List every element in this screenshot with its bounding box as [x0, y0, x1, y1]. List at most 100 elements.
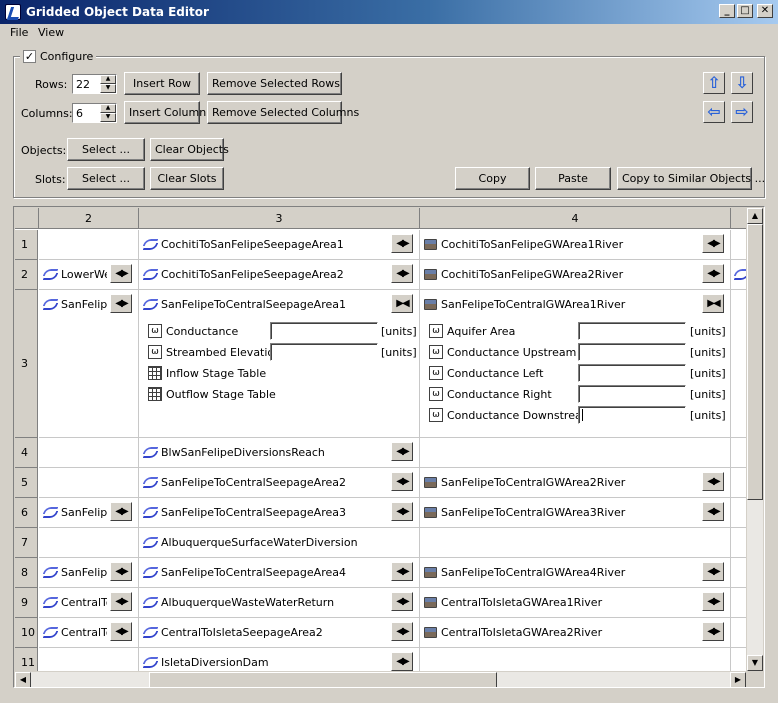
- slots-select-button[interactable]: Select ...: [67, 167, 145, 190]
- row-header-10[interactable]: 10: [15, 618, 38, 648]
- scroll-left-icon[interactable]: ◀: [15, 672, 31, 687]
- row-header-11[interactable]: 11: [15, 648, 38, 671]
- expand-toggle-icon[interactable]: ◀▶: [702, 502, 724, 521]
- row-header-1[interactable]: 1: [15, 230, 38, 260]
- clear-slots-button[interactable]: Clear Slots: [150, 167, 224, 190]
- grid-cell-slot[interactable]: IsletaDiversionDam: [143, 652, 383, 671]
- copy-similar-button[interactable]: Copy to Similar Objects ...: [617, 167, 765, 190]
- row-header-8[interactable]: 8: [15, 558, 38, 588]
- expand-toggle-icon[interactable]: ◀▶: [110, 502, 132, 521]
- conductance-upstream-value-field[interactable]: [578, 343, 686, 361]
- column-header-2[interactable]: 2: [39, 208, 139, 229]
- column-header-5[interactable]: [731, 208, 746, 229]
- spin-up-icon[interactable]: ▲: [100, 75, 116, 84]
- clear-objects-button[interactable]: Clear Objects: [150, 138, 229, 161]
- objects-select-button[interactable]: Select ...: [67, 138, 145, 161]
- grid-cell-slot[interactable]: SanFelipe: [43, 294, 107, 314]
- grid-cell-slot[interactable]: AlbuquerqueSurfaceWaterDiversion: [143, 532, 383, 552]
- grid-cell-slot[interactable]: CochitiToSanFelipeGWArea2River: [424, 264, 684, 284]
- down-arrow-icon[interactable]: ⇩: [731, 72, 753, 94]
- attribute-conductance[interactable]: ω Conductance: [148, 322, 238, 340]
- grid-cell-slot[interactable]: CochitiToSanFelipeSeepageArea2: [143, 264, 383, 284]
- grid-cell-slot[interactable]: CentralTo: [43, 592, 107, 612]
- expand-toggle-icon[interactable]: ◀▶: [391, 234, 413, 253]
- expand-toggle-icon[interactable]: ◀▶: [391, 264, 413, 283]
- grid-cell-slot[interactable]: CentralToIsletaGWArea2River: [424, 622, 684, 642]
- configure-checkbox[interactable]: ✓: [23, 50, 36, 63]
- conductance-downstream-value-field[interactable]: [578, 406, 686, 424]
- grid-cell-slot[interactable]: CochitiToSanFelipeSeepageArea1: [143, 234, 383, 254]
- attribute-aquifer-area[interactable]: ω Aquifer Area: [429, 322, 515, 340]
- horizontal-scrollbar[interactable]: ◀ ▶: [15, 672, 746, 687]
- expand-toggle-icon[interactable]: ◀▶: [702, 592, 724, 611]
- expand-toggle-icon[interactable]: ◀▶: [702, 562, 724, 581]
- column-header-4[interactable]: 4: [420, 208, 731, 229]
- remove-columns-button[interactable]: Remove Selected Columns: [207, 101, 359, 124]
- left-arrow-icon[interactable]: ⇦: [703, 101, 725, 123]
- grid-cell-slot[interactable]: CochitiToSanFelipeGWArea1River: [424, 234, 684, 254]
- insert-column-button[interactable]: Insert Column: [124, 101, 206, 124]
- expand-toggle-icon[interactable]: ◀▶: [391, 652, 413, 671]
- grid-cell-slot[interactable]: [734, 264, 746, 284]
- menu-view[interactable]: View: [38, 26, 64, 39]
- expand-toggle-icon[interactable]: ◀▶: [110, 294, 132, 313]
- row-header-5[interactable]: 5: [15, 468, 38, 498]
- attribute-streambed-elevation[interactable]: ω Streambed Elevation: [148, 343, 281, 361]
- row-header-6[interactable]: 6: [15, 498, 38, 528]
- column-header-3[interactable]: 3: [139, 208, 420, 229]
- expand-toggle-icon[interactable]: ◀▶: [110, 592, 132, 611]
- right-arrow-icon[interactable]: ⇨: [731, 101, 753, 123]
- vertical-scrollbar[interactable]: ▲ ▼: [747, 208, 763, 671]
- attribute-outflow-stage-table[interactable]: Outflow Stage Table: [148, 385, 276, 403]
- attribute-conductance-upstream[interactable]: ω Conductance Upstream: [429, 343, 576, 361]
- grid-cell-slot[interactable]: BlwSanFelipeDiversionsReach: [143, 442, 383, 462]
- vertical-scroll-thumb[interactable]: [747, 224, 763, 500]
- up-arrow-icon[interactable]: ⇧: [703, 72, 725, 94]
- expand-toggle-icon[interactable]: ◀▶: [110, 264, 132, 283]
- conductance-right-value-field[interactable]: [578, 385, 686, 403]
- spin-down-icon[interactable]: ▼: [100, 113, 116, 122]
- horizontal-scroll-thumb[interactable]: [149, 672, 497, 687]
- expand-toggle-icon[interactable]: ◀▶: [702, 234, 724, 253]
- expand-toggle-icon[interactable]: ◀▶: [702, 472, 724, 491]
- row-header-9[interactable]: 9: [15, 588, 38, 618]
- grid-cell-slot[interactable]: SanFelipeToCentralGWArea1River: [424, 294, 684, 314]
- scroll-right-icon[interactable]: ▶: [730, 672, 746, 687]
- insert-row-button[interactable]: Insert Row: [124, 72, 200, 95]
- expand-toggle-icon[interactable]: ◀▶: [702, 264, 724, 283]
- expand-toggle-icon[interactable]: ◀▶: [391, 562, 413, 581]
- grid-cell-slot[interactable]: SanFelipeToCentralSeepageArea1: [143, 294, 383, 314]
- expand-toggle-icon[interactable]: ◀▶: [391, 472, 413, 491]
- scroll-up-icon[interactable]: ▲: [747, 208, 763, 224]
- expand-toggle-icon[interactable]: ◀▶: [391, 502, 413, 521]
- conductance-value-field[interactable]: [270, 322, 378, 340]
- grid-cell-slot[interactable]: SanFelipeToCentralSeepageArea2: [143, 472, 383, 492]
- grid-cell-slot[interactable]: CentralTo: [43, 622, 107, 642]
- close-button[interactable]: ✕: [757, 4, 773, 18]
- maximize-button[interactable]: □: [737, 4, 753, 18]
- grid-cell-slot[interactable]: AlbuquerqueWasteWaterReturn: [143, 592, 383, 612]
- spin-up-icon[interactable]: ▲: [100, 104, 116, 113]
- collapse-toggle-icon[interactable]: ▶◀: [391, 294, 413, 313]
- rows-spinner[interactable]: 22 ▲ ▼: [72, 74, 117, 94]
- aquifer-area-value-field[interactable]: [578, 322, 686, 340]
- grid-cell-slot[interactable]: SanFelipeToCentralGWArea3River: [424, 502, 684, 522]
- expand-toggle-icon[interactable]: ◀▶: [391, 622, 413, 641]
- scroll-down-icon[interactable]: ▼: [747, 655, 763, 671]
- grid-cell-slot[interactable]: SanFelipe: [43, 502, 107, 522]
- expand-toggle-icon[interactable]: ◀▶: [391, 592, 413, 611]
- attribute-conductance-downstream[interactable]: ω Conductance Downstream: [429, 406, 592, 424]
- row-header-7[interactable]: 7: [15, 528, 38, 558]
- expand-toggle-icon[interactable]: ◀▶: [702, 622, 724, 641]
- expand-toggle-icon[interactable]: ◀▶: [110, 562, 132, 581]
- row-header-2[interactable]: 2: [15, 260, 38, 290]
- grid-cell-slot[interactable]: SanFelipeToCentralSeepageArea4: [143, 562, 383, 582]
- copy-button[interactable]: Copy: [455, 167, 530, 190]
- attribute-inflow-stage-table[interactable]: Inflow Stage Table: [148, 364, 266, 382]
- grid-cell-slot[interactable]: CentralToIsletaGWArea1River: [424, 592, 684, 612]
- expand-toggle-icon[interactable]: ◀▶: [110, 622, 132, 641]
- remove-rows-button[interactable]: Remove Selected Rows: [207, 72, 342, 95]
- paste-button[interactable]: Paste: [535, 167, 611, 190]
- grid-cell-slot[interactable]: SanFelipeToCentralGWArea4River: [424, 562, 684, 582]
- row-header-4[interactable]: 4: [15, 438, 38, 468]
